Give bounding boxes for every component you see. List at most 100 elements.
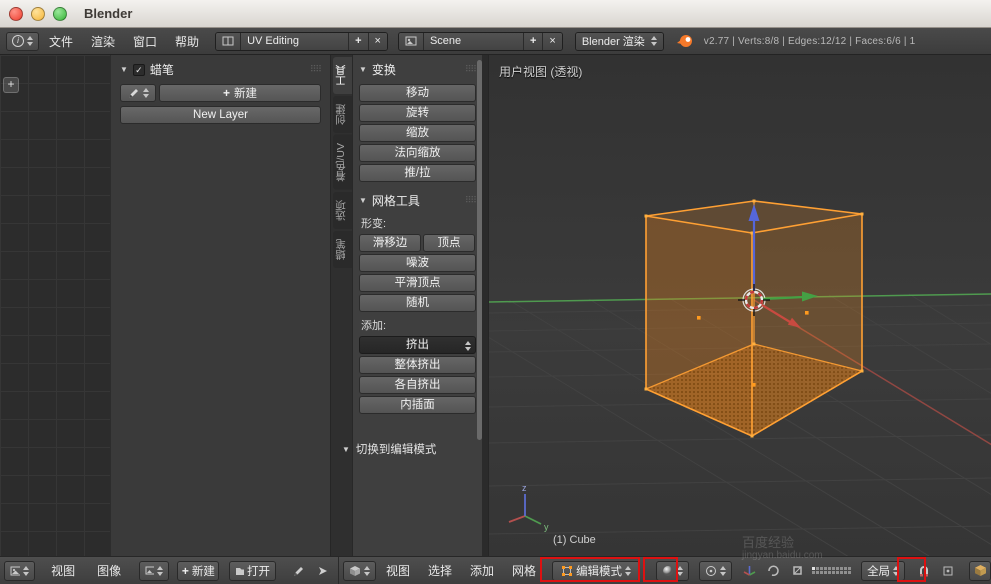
active-object-label: (1) Cube [553, 534, 596, 546]
magnet-icon [918, 565, 930, 577]
redo-panel-title: 切换到编辑模式 [356, 441, 437, 457]
close-window-button[interactable] [9, 7, 23, 21]
chevron-updown-icon [364, 566, 370, 576]
screen-add-button[interactable]: + [349, 33, 368, 50]
grease-pencil-new-button[interactable]: + 新建 [159, 84, 321, 102]
window-title: Blender [84, 6, 132, 21]
v3d-menu-add[interactable]: 添加 [462, 559, 502, 582]
occlude-cube-icon [974, 564, 987, 577]
add-label: 添加: [361, 317, 474, 333]
inset-faces-button[interactable]: 内插面 [359, 396, 476, 414]
pencil-icon [128, 88, 139, 99]
uv-menu-image[interactable]: 图像 [89, 559, 129, 582]
scene-browse-button[interactable] [399, 33, 424, 50]
rotate-manipulator-icon [767, 564, 780, 577]
push-pull-button[interactable]: 推/拉 [359, 164, 476, 182]
chevron-updown-icon [27, 36, 33, 46]
extrude-menu-button[interactable]: 挤出 [359, 336, 476, 354]
shrink-fatten-button[interactable]: 法向缩放 [359, 144, 476, 162]
minimize-window-button[interactable] [31, 7, 45, 21]
v3d-menu-select[interactable]: 选择 [420, 559, 460, 582]
chevron-updown-icon [143, 88, 149, 98]
translate-button[interactable]: 移动 [359, 84, 476, 102]
scene-delete-button[interactable]: × [543, 33, 561, 50]
toolshelf-tabstrip: 工具 创建 着色/UV 选项 蜡笔 [330, 55, 352, 556]
menu-help[interactable]: 帮助 [167, 30, 207, 53]
view3d-editor-icon [349, 565, 361, 577]
extrude-individual-button[interactable]: 各自挤出 [359, 376, 476, 394]
transform-panel-header[interactable]: ▼ 变换 ⠿⠿ [359, 61, 476, 78]
checkbox-icon[interactable]: ✓ [133, 64, 145, 76]
menu-file[interactable]: 文件 [41, 30, 81, 53]
smooth-vertex-button[interactable]: 平滑顶点 [359, 274, 476, 292]
screen-browse-button[interactable] [216, 33, 241, 50]
panel-grip-icon[interactable]: ⠿⠿ [465, 195, 476, 206]
scene-add-button[interactable]: + [524, 33, 543, 50]
uv-menu-view[interactable]: 视图 [43, 559, 83, 582]
snap-element-dropdown[interactable] [937, 561, 959, 581]
scene-name[interactable]: Scene [424, 33, 524, 50]
image-icon [145, 565, 154, 576]
tool-tab-create[interactable]: 创建 [333, 96, 353, 133]
new-button-label: 新建 [234, 85, 257, 101]
menu-render[interactable]: 渲染 [83, 30, 123, 53]
new-image-label: 新建 [192, 563, 215, 579]
randomize-button[interactable]: 随机 [359, 294, 476, 312]
scale-button[interactable]: 缩放 [359, 124, 476, 142]
layers-widget[interactable] [812, 567, 851, 574]
transform-orientation-dropdown[interactable]: 全局 [861, 561, 905, 581]
image-open-button[interactable]: 打开 [229, 561, 276, 581]
render-engine-dropdown[interactable]: Blender 渲染 [575, 32, 664, 51]
scale-manipulator-icon [791, 564, 804, 577]
redo-panel-header[interactable]: ▼ 切换到编辑模式 [342, 441, 478, 457]
scene-statistics: v2.77 | Verts:8/8 | Edges:12/12 | Faces:… [704, 36, 916, 47]
tool-tab-options[interactable]: 选项 [333, 192, 353, 229]
grease-pencil-panel-header[interactable]: ▼ ✓ 蜡笔 ⠿⠿ [120, 61, 321, 78]
mode-dropdown[interactable]: 编辑模式 [552, 561, 640, 581]
grease-pencil-datablock-button[interactable] [120, 84, 156, 102]
chevron-updown-icon [893, 566, 899, 576]
edge-slide-button[interactable]: 滑移边 [359, 234, 421, 252]
viewport-shading-dropdown[interactable] [656, 561, 689, 581]
editor-type-button-info[interactable]: i [6, 32, 39, 51]
manipulator-translate-toggle[interactable] [738, 561, 760, 581]
tool-tab-shading-uv[interactable]: 着色/UV [333, 135, 353, 190]
mesh-tools-panel-header[interactable]: ▼ 网格工具 ⠿⠿ [359, 192, 476, 209]
extrude-region-button[interactable]: 整体挤出 [359, 356, 476, 374]
panel-grip-icon[interactable]: ⠿⠿ [465, 64, 476, 75]
view3d-toolshelf-region: ▼ 变换 ⠿⠿ 移动 旋转 缩放 法向缩放 推/拉 ▼ 网格工具 ⠿⠿ 形变: … [352, 55, 482, 556]
image-new-button[interactable]: + 新建 [177, 561, 219, 581]
screen-delete-button[interactable]: × [369, 33, 387, 50]
image-browse-dropdown[interactable] [139, 561, 169, 581]
view3d-viewport[interactable]: 用户视图 (透视) (1) Cube z y [488, 55, 991, 556]
new-layer-button[interactable]: New Layer [120, 106, 321, 124]
v3d-menu-view[interactable]: 视图 [378, 559, 418, 582]
chevron-updown-icon [465, 341, 471, 351]
maximize-window-button[interactable] [53, 7, 67, 21]
v3d-menu-mesh[interactable]: 网格 [504, 559, 544, 582]
rotate-button[interactable]: 旋转 [359, 104, 476, 122]
pivot-point-dropdown[interactable] [699, 561, 732, 581]
pin-icon [317, 565, 329, 577]
menu-window[interactable]: 窗口 [125, 30, 165, 53]
panel-grip-icon[interactable]: ⠿⠿ [310, 64, 321, 75]
shading-sphere-icon [662, 565, 674, 577]
image-pin-button[interactable] [312, 561, 334, 581]
screen-layout-name[interactable]: UV Editing [241, 33, 349, 50]
tool-tab-tools[interactable]: 工具 [333, 57, 353, 94]
editor-type-button-image[interactable] [4, 561, 35, 581]
editor-type-button-3dview[interactable] [343, 561, 376, 581]
manipulator-rotate-toggle[interactable] [762, 561, 784, 581]
snap-toggle[interactable] [913, 561, 935, 581]
viewport-scene [489, 55, 991, 556]
noise-button[interactable]: 噪波 [359, 254, 476, 272]
toolshelf-scrollbar[interactable] [477, 60, 482, 440]
occlude-geometry-toggle[interactable] [969, 561, 991, 581]
edit-mode-icon [561, 565, 573, 577]
chevron-updown-icon [651, 36, 657, 46]
vertex-slide-button[interactable]: 顶点 [423, 234, 475, 252]
image-paint-button[interactable] [288, 561, 310, 581]
region-expand-button[interactable]: + [3, 77, 19, 93]
tool-tab-grease-pencil[interactable]: 蜡笔 [333, 231, 353, 268]
manipulator-scale-toggle[interactable] [786, 561, 808, 581]
